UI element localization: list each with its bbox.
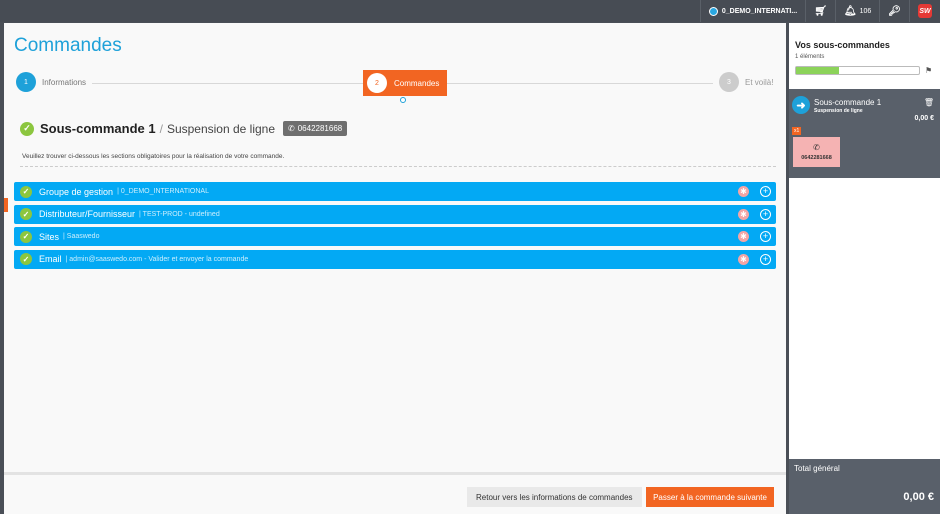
side-tab-marker[interactable] — [4, 198, 8, 212]
phone-icon: ✆ — [813, 143, 820, 152]
section-detail: | admin@saaswedo.com - Valider et envoye… — [65, 255, 249, 263]
section-sites[interactable]: ✓ Sites | Saaswedo ✱ + — [14, 227, 776, 246]
main-panel: Commandes 1 Informations 2 Commandes 3 E… — [4, 23, 786, 514]
phone-icon: ✆ — [288, 124, 295, 133]
section-email[interactable]: ✓ Email | admin@saaswedo.com - Valider e… — [14, 249, 776, 269]
required-star-icon: ✱ — [738, 231, 749, 242]
flag-icon: ⚑ — [925, 66, 933, 75]
app-logo-button[interactable]: SW — [909, 0, 940, 22]
grand-total-panel: Total général 0,00 € — [789, 459, 940, 514]
step-commandes[interactable]: 2 Commandes — [363, 70, 448, 96]
notification-count: 106 — [859, 7, 872, 15]
page-title: Commandes — [14, 35, 122, 56]
check-icon: ✓ — [20, 121, 34, 136]
sidebar-count: 1 éléments — [795, 54, 825, 60]
required-star-icon: ✱ — [738, 253, 749, 265]
org-selector[interactable]: 0_DEMO_INTERNATI... — [699, 0, 805, 22]
section-detail: | 0_DEMO_INTERNATIONAL — [117, 188, 209, 195]
footer-bar: Retour vers les informations de commande… — [4, 472, 786, 514]
title-separator: / — [159, 121, 163, 136]
subcommand-title: Sous-commande 1 — [40, 121, 156, 136]
arrow-right-icon: ➜ — [792, 96, 810, 114]
divider — [20, 166, 776, 167]
line-number: 0642281668 — [801, 155, 832, 161]
line-tile[interactable]: ✆ 0642281668 — [793, 137, 840, 167]
notifications-button[interactable]: 🔔︎ 106 — [834, 0, 879, 22]
sidebar-title: Vos sous-commandes — [795, 40, 890, 50]
progress-bar — [795, 66, 920, 75]
subcommand-header: ✓ Sous-commande 1 / Suspension de ligne … — [20, 121, 348, 136]
phone-number: 0642281668 — [297, 124, 343, 133]
key-button[interactable]: 🔑︎ — [879, 0, 909, 22]
cart-icon: 🛒︎ — [814, 5, 827, 17]
section-groupe-de-gestion[interactable]: ✓ Groupe de gestion | 0_DEMO_INTERNATION… — [14, 182, 776, 201]
trash-icon[interactable]: 🗑︎ — [924, 98, 934, 107]
step-informations[interactable]: 1 Informations — [16, 72, 93, 92]
subcommand-subtitle: Suspension de ligne — [166, 121, 276, 136]
step-et-voila[interactable]: 3 Et voilà! — [713, 72, 774, 92]
bell-icon: 🔔︎ — [843, 5, 857, 17]
section-title: Email — [39, 254, 62, 264]
step-number: 2 — [367, 73, 387, 93]
required-star-icon: ✱ — [738, 186, 749, 197]
section-title: Groupe de gestion — [39, 186, 114, 197]
card-subtitle: Suspension de ligne — [814, 108, 863, 114]
expand-plus-icon[interactable]: + — [760, 186, 771, 197]
back-to-info-button[interactable]: Retour vers les informations de commande… — [467, 487, 642, 507]
section-title: Sites — [39, 231, 60, 242]
globe-icon — [708, 6, 718, 16]
step-label: Informations — [42, 77, 87, 87]
progress-fill — [796, 67, 840, 74]
subcommands-sidebar: Vos sous-commandes 1 éléments ⚑ ➜ Sous-c… — [789, 23, 940, 514]
card-title: Sous-commande 1 — [814, 98, 882, 107]
check-icon: ✓ — [20, 208, 32, 220]
section-detail: | Saaswedo — [63, 233, 100, 240]
section-title: Distributeur/Fournisseur — [39, 209, 136, 219]
subcommand-card[interactable]: ➜ Sous-commande 1 Suspension de ligne 🗑︎… — [789, 89, 940, 178]
step-number: 3 — [719, 72, 739, 92]
section-distributeur-fournisseur[interactable]: ✓ Distributeur/Fournisseur | TEST-PROD -… — [14, 204, 776, 224]
top-bar: 0_DEMO_INTERNATI... 🛒︎ 🔔︎ 106 🔑︎ SW — [0, 0, 940, 22]
instructions-text: Veuillez trouver ci-dessous les sections… — [22, 153, 285, 160]
card-total: 0,00 € — [914, 115, 934, 122]
cart-button[interactable]: 🛒︎ — [805, 0, 835, 22]
key-icon: 🔑︎ — [888, 5, 901, 17]
sections-list: ✓ Groupe de gestion | 0_DEMO_INTERNATION… — [14, 182, 776, 272]
check-icon: ✓ — [20, 185, 32, 198]
phone-badge: ✆ 0642281668 — [283, 121, 348, 136]
quantity-badge: x1 — [792, 127, 802, 135]
expand-plus-icon[interactable]: + — [760, 253, 771, 265]
grand-total-value: 0,00 € — [903, 491, 934, 503]
expand-plus-icon[interactable]: + — [760, 208, 771, 220]
grand-total-label: Total général — [794, 464, 840, 473]
next-command-button[interactable]: Passer à la commande suivante — [646, 487, 774, 507]
step-label: Commandes — [394, 78, 440, 88]
required-star-icon: ✱ — [738, 208, 749, 220]
check-icon: ✓ — [20, 230, 32, 243]
org-name: 0_DEMO_INTERNATI... — [721, 7, 798, 15]
active-step-indicator — [400, 97, 406, 103]
step-number: 1 — [16, 72, 36, 92]
expand-plus-icon[interactable]: + — [760, 231, 771, 242]
section-detail: | TEST-PROD - undefined — [139, 210, 220, 218]
app-logo: SW — [918, 4, 932, 18]
step-label: Et voilà! — [745, 77, 774, 87]
check-icon: ✓ — [20, 253, 32, 265]
